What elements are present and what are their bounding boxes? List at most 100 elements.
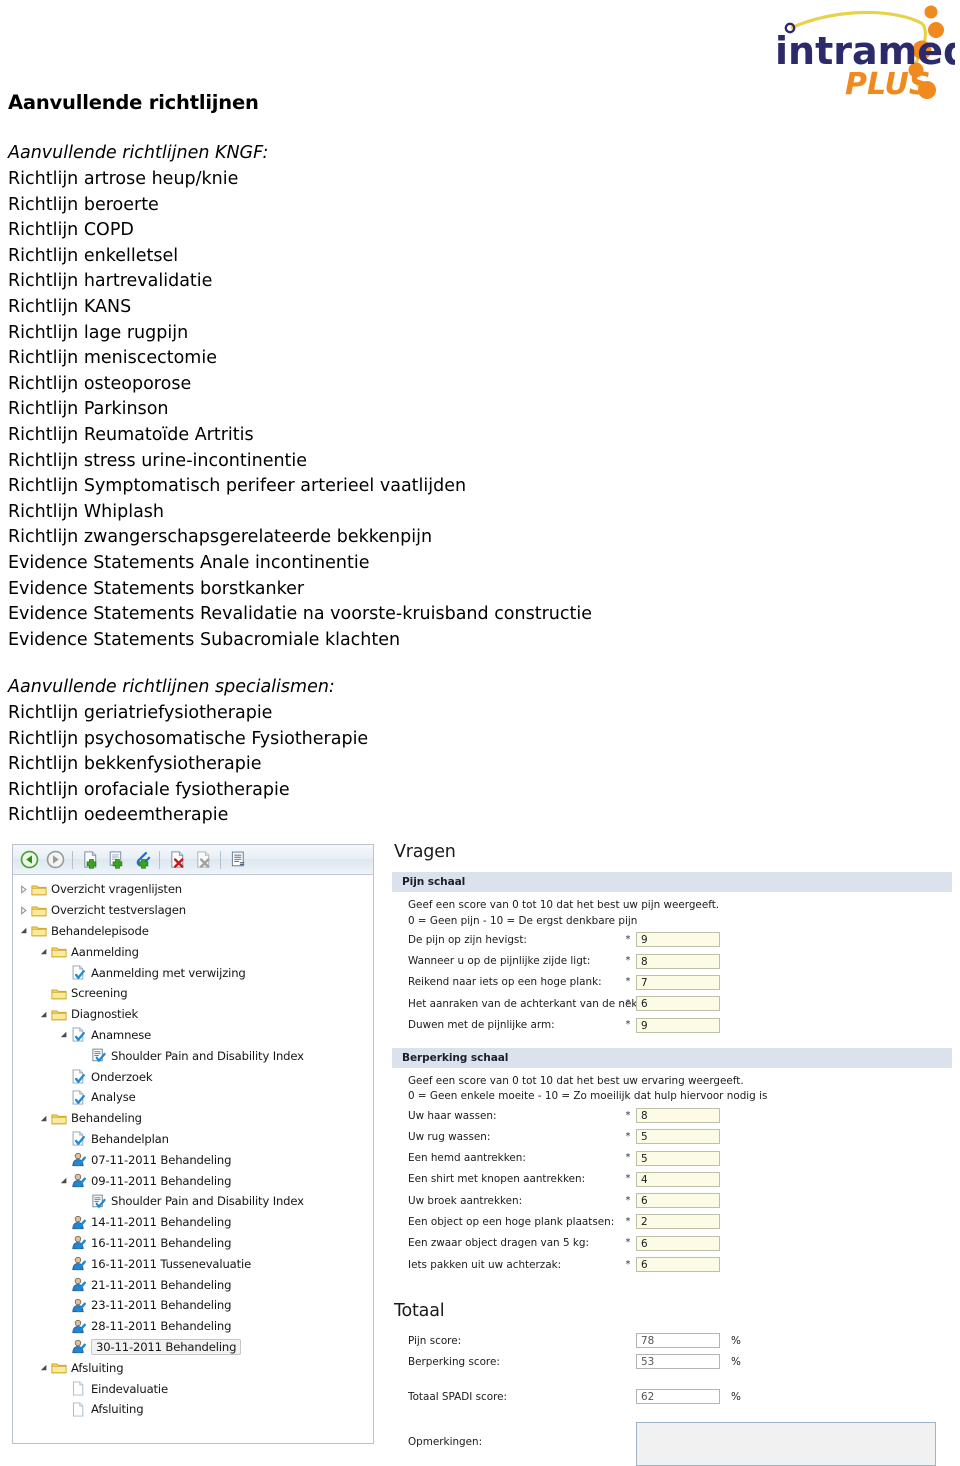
tree-item[interactable]: 16-11-2011 Tussenevaluatie [17, 1253, 373, 1274]
question-input[interactable]: 6 [636, 1193, 720, 1209]
question-input[interactable]: 6 [636, 996, 720, 1012]
tree-item[interactable]: Eindevaluatie [17, 1378, 373, 1399]
tree-item[interactable]: Aanmelding [17, 941, 373, 962]
new-document-icon[interactable] [77, 848, 103, 872]
tree-item-label: Afsluiting [71, 1360, 124, 1375]
question-input[interactable]: 9 [636, 1017, 720, 1033]
notes-input[interactable] [636, 1422, 936, 1466]
episode-tree[interactable]: Overzicht vragenlijsten Overzicht testver… [13, 875, 373, 1420]
question-row: Het aanraken van de achterkant van de ne… [408, 993, 952, 1014]
new-attachment-icon[interactable] [129, 848, 155, 872]
tree-item[interactable]: Screening [17, 983, 373, 1004]
tree-item[interactable]: 21-11-2011 Behandeling [17, 1274, 373, 1295]
question-input[interactable]: 4 [636, 1171, 720, 1187]
tree-item-label: Shoulder Pain and Disability Index [111, 1194, 304, 1209]
question-input[interactable]: 7 [636, 974, 720, 990]
tree-item[interactable]: Diagnostiek [17, 1004, 373, 1025]
twisty-placeholder [57, 1132, 70, 1146]
guideline-item: Evidence Statements Revalidatie na voors… [8, 604, 592, 625]
delete-icon[interactable] [164, 848, 190, 872]
tree-item[interactable]: 07-11-2011 Behandeling [17, 1149, 373, 1170]
chevron-right-icon[interactable] [17, 903, 30, 917]
group-heading: Aanvullende richtlijnen specialismen: [8, 677, 335, 698]
tree-item[interactable]: Afsluiting [17, 1357, 373, 1378]
folder-icon [30, 882, 47, 897]
tree-item[interactable]: Shoulder Pain and Disability Index [17, 1191, 373, 1212]
question-row: Reikend naar iets op een hoge plank: * 7 [408, 972, 952, 993]
person-check-icon [70, 1319, 87, 1334]
tree-item[interactable]: Aanmelding met verwijzing [17, 962, 373, 983]
new-form-icon[interactable] [103, 848, 129, 872]
folder-icon [30, 923, 47, 938]
folder-icon [50, 1111, 67, 1126]
tree-item-label: Behandelplan [91, 1131, 169, 1146]
edit-properties-icon[interactable] [225, 848, 251, 872]
chevron-down-icon[interactable] [37, 1007, 50, 1021]
section-instruction: 0 = Geen enkele moeite - 10 = Zo moeilij… [408, 1090, 768, 1103]
chevron-right-icon[interactable] [17, 882, 30, 896]
tree-item-label: 14-11-2011 Behandeling [91, 1215, 232, 1230]
doc-check-icon [70, 1069, 87, 1084]
forward-icon[interactable] [42, 848, 68, 872]
tree-item[interactable]: Analyse [17, 1087, 373, 1108]
guideline-item: Evidence Statements borstkanker [8, 578, 305, 599]
guideline-item: Richtlijn Symptomatisch perifeer arterie… [8, 476, 467, 497]
total-label: Totaal SPADI score: [408, 1390, 508, 1403]
tree-item[interactable]: Behandelplan [17, 1129, 373, 1150]
chevron-down-icon[interactable] [57, 1174, 70, 1188]
chevron-down-icon[interactable] [37, 1111, 50, 1125]
section-header: Berperking schaal [392, 1047, 952, 1068]
form-pane: Vragen Pijn schaal Geef een score van 0 t… [392, 842, 952, 1466]
tree-item[interactable]: Onderzoek [17, 1066, 373, 1087]
guideline-item: Richtlijn zwangerschapsgerelateerde bekk… [8, 527, 433, 548]
total-row: Berperking score: 53% [392, 1351, 952, 1372]
question-input[interactable]: 5 [636, 1129, 720, 1145]
tree-item-label: 28-11-2011 Behandeling [91, 1319, 232, 1334]
total-value: 78 [636, 1333, 720, 1349]
question-input[interactable]: 8 [636, 1108, 720, 1123]
tree-item[interactable]: Anamnese [17, 1025, 373, 1046]
twisty-placeholder [37, 986, 50, 1000]
required-marker: * [625, 1130, 631, 1142]
notes-row: Opmerkingen: [392, 1422, 952, 1466]
tree-item[interactable]: 30-11-2011 Behandeling [17, 1337, 373, 1358]
chevron-down-icon[interactable] [37, 1361, 50, 1375]
question-row: Uw broek aantrekken: * 6 [408, 1190, 952, 1211]
question-input[interactable]: 6 [636, 1235, 720, 1251]
question-input[interactable]: 6 [636, 1257, 720, 1273]
question-input[interactable]: 5 [636, 1150, 720, 1166]
tree-item[interactable]: 28-11-2011 Behandeling [17, 1316, 373, 1337]
question-input[interactable]: 9 [636, 932, 720, 948]
tree-item-label: Screening [71, 986, 128, 1001]
tree-item[interactable]: Overzicht testverslagen [17, 900, 373, 921]
chevron-down-icon[interactable] [57, 1028, 70, 1042]
doc-check-icon [70, 1090, 87, 1105]
question-row: Een zwaar object dragen van 5 kg: * 6 [408, 1233, 952, 1254]
tree-item[interactable]: Overzicht vragenlijsten [17, 879, 373, 900]
tree-item[interactable]: 14-11-2011 Behandeling [17, 1212, 373, 1233]
tree-item[interactable]: Behandeling [17, 1108, 373, 1129]
question-input[interactable]: 8 [636, 953, 720, 969]
application-screenshot: Overzicht vragenlijsten Overzicht testver… [0, 842, 960, 1466]
twisty-placeholder [57, 1236, 70, 1250]
back-icon[interactable] [16, 848, 42, 872]
question-label: Een shirt met knopen aantrekken: [408, 1173, 586, 1186]
form-check-icon [90, 1194, 107, 1209]
question-input[interactable]: 2 [636, 1214, 720, 1230]
chevron-down-icon[interactable] [17, 924, 30, 938]
tree-item-label: Overzicht testverslagen [51, 903, 186, 918]
tree-item[interactable]: Afsluiting [17, 1399, 373, 1420]
tree-item[interactable]: 23-11-2011 Behandeling [17, 1295, 373, 1316]
question-row: De pijn op zijn hevigst: * 9 [408, 929, 952, 950]
twisty-placeholder [57, 1153, 70, 1167]
total-row: Pijn score: 78% [392, 1330, 952, 1351]
tree-item[interactable]: Shoulder Pain and Disability Index [17, 1045, 373, 1066]
section-body: Geef een score van 0 tot 10 dat het best… [392, 898, 952, 1036]
person-check-icon [70, 1256, 87, 1271]
tree-item[interactable]: 16-11-2011 Behandeling [17, 1233, 373, 1254]
chevron-down-icon[interactable] [37, 945, 50, 959]
tree-item[interactable]: Behandelepisode [17, 921, 373, 942]
tree-item-label: Behandelepisode [51, 923, 149, 938]
tree-item[interactable]: 09-11-2011 Behandeling [17, 1170, 373, 1191]
